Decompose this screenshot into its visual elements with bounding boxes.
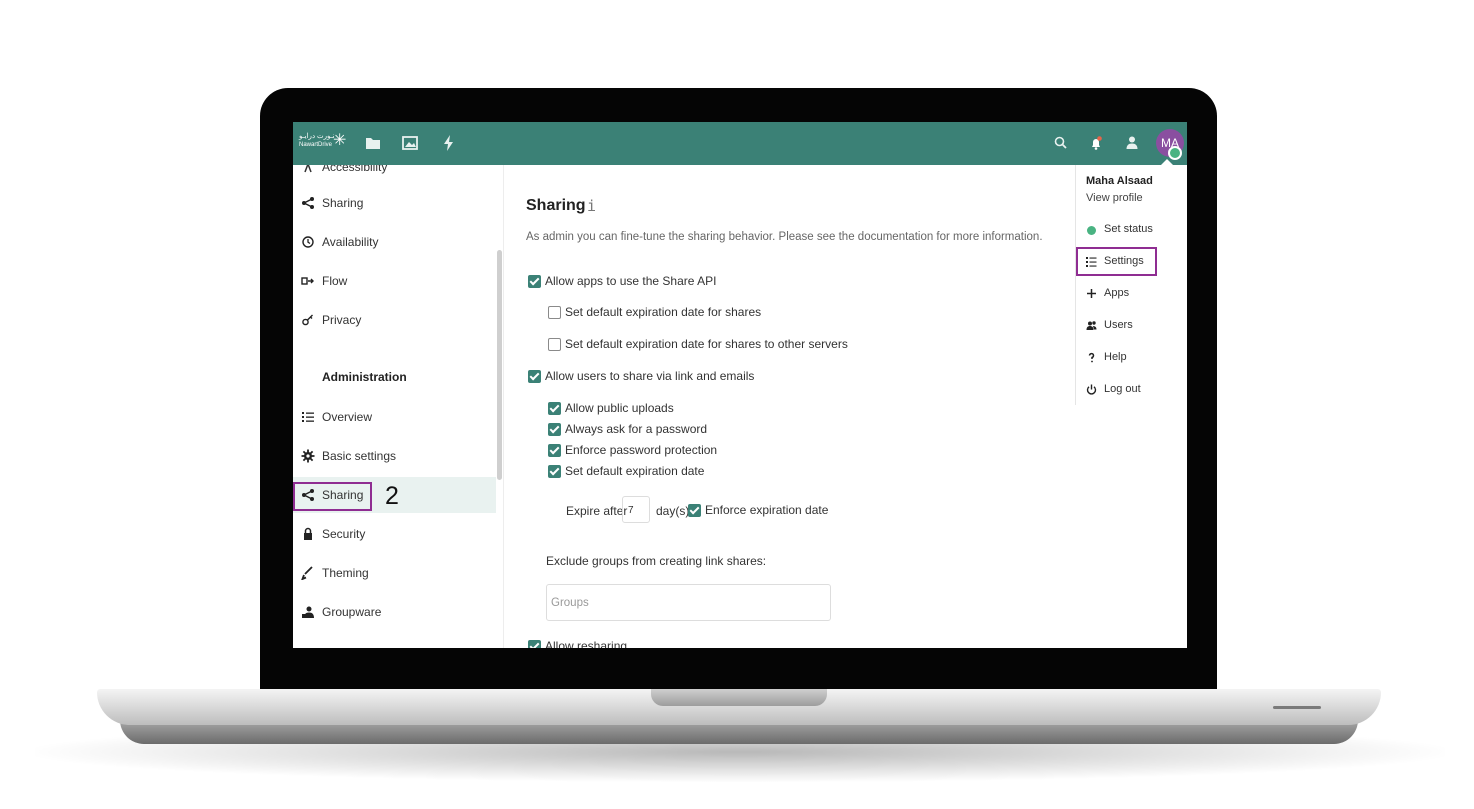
brush-icon bbox=[301, 566, 315, 580]
sidebar-item-basic-settings[interactable]: Basic settings bbox=[293, 438, 496, 474]
gear-icon bbox=[301, 449, 315, 463]
expire-days-input[interactable]: 7 bbox=[622, 496, 650, 523]
sidebar-item-label: Privacy bbox=[322, 313, 362, 327]
flow-icon bbox=[301, 274, 315, 288]
help-icon bbox=[1086, 352, 1097, 363]
annotation-number-2: 2 bbox=[385, 482, 399, 510]
search-icon[interactable] bbox=[1051, 133, 1071, 153]
sidebar-item-label: Availability bbox=[322, 235, 379, 249]
logo-latin-text: NawartDrive bbox=[299, 142, 333, 148]
laptop-slot bbox=[1273, 706, 1321, 709]
page-title: Sharing bbox=[526, 197, 586, 214]
online-status-indicator bbox=[1168, 146, 1182, 160]
option-label: Set default expiration date for shares t… bbox=[565, 337, 848, 351]
sidebar-item-label: Flow bbox=[322, 274, 348, 288]
option-label: Enforce expiration date bbox=[705, 503, 829, 517]
laptop-screen: نـورت درایـو NawartDrive ✳ MA Accessibil… bbox=[293, 122, 1187, 648]
sharing-settings-panel: Sharing i As admin you can fine-tune the… bbox=[504, 165, 1064, 648]
clock-icon bbox=[301, 235, 315, 249]
accessibility-icon bbox=[301, 165, 315, 174]
option-label: Enforce password protection bbox=[565, 443, 718, 457]
page-description: As admin you can fine-tune the sharing b… bbox=[526, 231, 1043, 243]
sidebar-item-accessibility[interactable]: Accessibility bbox=[293, 165, 496, 185]
lock-icon bbox=[301, 527, 315, 541]
activity-bolt-icon[interactable] bbox=[439, 133, 459, 153]
sidebar-item-label: Theming bbox=[322, 566, 369, 580]
user-menu-dropdown: Maha Alsaad View profile Set status Sett… bbox=[1075, 165, 1187, 405]
status-dot-icon bbox=[1087, 226, 1096, 235]
top-header-bar: نـورت درایـو NawartDrive ✳ MA bbox=[293, 122, 1187, 165]
contacts-icon[interactable] bbox=[1122, 133, 1142, 153]
sidebar-item-label: Sharing bbox=[322, 196, 364, 210]
option-label: Allow public uploads bbox=[565, 401, 674, 415]
sidebar-item-availability[interactable]: Availability bbox=[293, 224, 496, 260]
groups-select-input[interactable]: Groups bbox=[546, 584, 831, 621]
option-label: Always ask for a password bbox=[565, 422, 708, 436]
power-icon bbox=[1086, 384, 1097, 395]
sidebar-scrollbar[interactable] bbox=[497, 250, 502, 480]
sidebar-item-security[interactable]: Security bbox=[293, 516, 496, 552]
annotation-highlight-sharing bbox=[293, 482, 372, 511]
sidebar-item-privacy[interactable]: Privacy bbox=[293, 302, 496, 338]
logo-mark-icon: ✳ bbox=[333, 132, 347, 149]
notifications-bell-icon[interactable] bbox=[1086, 133, 1106, 153]
sidebar-item-label: Groupware bbox=[322, 605, 382, 619]
sidebar-item-label: Security bbox=[322, 527, 366, 541]
menu-item-help[interactable]: Help bbox=[1076, 345, 1187, 371]
groups-placeholder: Groups bbox=[551, 597, 589, 609]
annotation-highlight-settings bbox=[1076, 247, 1157, 276]
link-share-checkbox[interactable] bbox=[528, 370, 541, 383]
plus-icon bbox=[1086, 288, 1097, 299]
nawartdrive-logo[interactable]: نـورت درایـو NawartDrive ✳ bbox=[299, 132, 347, 156]
image-icon[interactable] bbox=[400, 133, 420, 153]
settings-sidebar: Accessibility Sharing Availability Flow … bbox=[293, 165, 504, 648]
enforce-password-checkbox[interactable] bbox=[548, 444, 561, 457]
option-label: Allow users to share via link and emails bbox=[545, 369, 755, 383]
menu-item-label: Set status bbox=[1104, 223, 1153, 235]
default-expiration-checkbox[interactable] bbox=[548, 306, 561, 319]
public-uploads-checkbox[interactable] bbox=[548, 402, 561, 415]
share-icon bbox=[301, 196, 315, 210]
laptop-hinge-notch bbox=[651, 689, 827, 706]
sidebar-item-label: Overview bbox=[322, 410, 373, 424]
share-api-checkbox[interactable] bbox=[528, 275, 541, 288]
exclude-groups-label: Exclude groups from creating link shares… bbox=[546, 554, 767, 568]
link-default-expiration-checkbox[interactable] bbox=[548, 465, 561, 478]
view-profile-link[interactable]: View profile bbox=[1086, 192, 1143, 204]
option-label: Set default expiration date for shares bbox=[565, 305, 762, 319]
resharing-checkbox[interactable] bbox=[528, 640, 541, 648]
info-icon[interactable]: i bbox=[587, 197, 596, 215]
days-label: day(s) bbox=[656, 504, 690, 518]
logo-arabic-text: نـورت درایـو bbox=[299, 133, 335, 140]
menu-item-apps[interactable]: Apps bbox=[1076, 281, 1187, 307]
sidebar-item-groupware[interactable]: Groupware bbox=[293, 594, 496, 630]
sidebar-item-flow[interactable]: Flow bbox=[293, 263, 496, 299]
menu-item-set-status[interactable]: Set status bbox=[1076, 217, 1187, 243]
key-icon bbox=[301, 313, 315, 327]
folder-icon[interactable] bbox=[363, 133, 383, 153]
menu-item-log-out[interactable]: Log out bbox=[1076, 377, 1187, 403]
list-icon bbox=[301, 410, 315, 424]
menu-item-label: Log out bbox=[1104, 383, 1141, 395]
sidebar-item-overview[interactable]: Overview bbox=[293, 399, 496, 435]
option-label: Allow resharing bbox=[545, 639, 628, 648]
menu-item-users[interactable]: Users bbox=[1076, 313, 1187, 339]
sidebar-item-theming[interactable]: Theming bbox=[293, 555, 496, 591]
users-icon bbox=[1086, 320, 1097, 331]
administration-heading: Administration bbox=[322, 370, 407, 384]
sidebar-item-sharing-personal[interactable]: Sharing bbox=[293, 185, 496, 221]
menu-item-label: Help bbox=[1104, 351, 1127, 363]
enforce-expiration-checkbox[interactable] bbox=[688, 504, 701, 517]
remote-expiration-checkbox[interactable] bbox=[548, 338, 561, 351]
groupware-icon bbox=[301, 605, 315, 619]
sidebar-item-label: Basic settings bbox=[322, 449, 397, 463]
ask-password-checkbox[interactable] bbox=[548, 423, 561, 436]
menu-item-label: Apps bbox=[1104, 287, 1130, 299]
sidebar-item-label: Accessibility bbox=[322, 165, 388, 174]
user-name: Maha Alsaad bbox=[1086, 175, 1153, 187]
expire-after-label: Expire after bbox=[566, 504, 628, 518]
menu-item-label: Users bbox=[1104, 319, 1133, 331]
option-label: Allow apps to use the Share API bbox=[545, 274, 717, 288]
option-label: Set default expiration date bbox=[565, 464, 705, 478]
